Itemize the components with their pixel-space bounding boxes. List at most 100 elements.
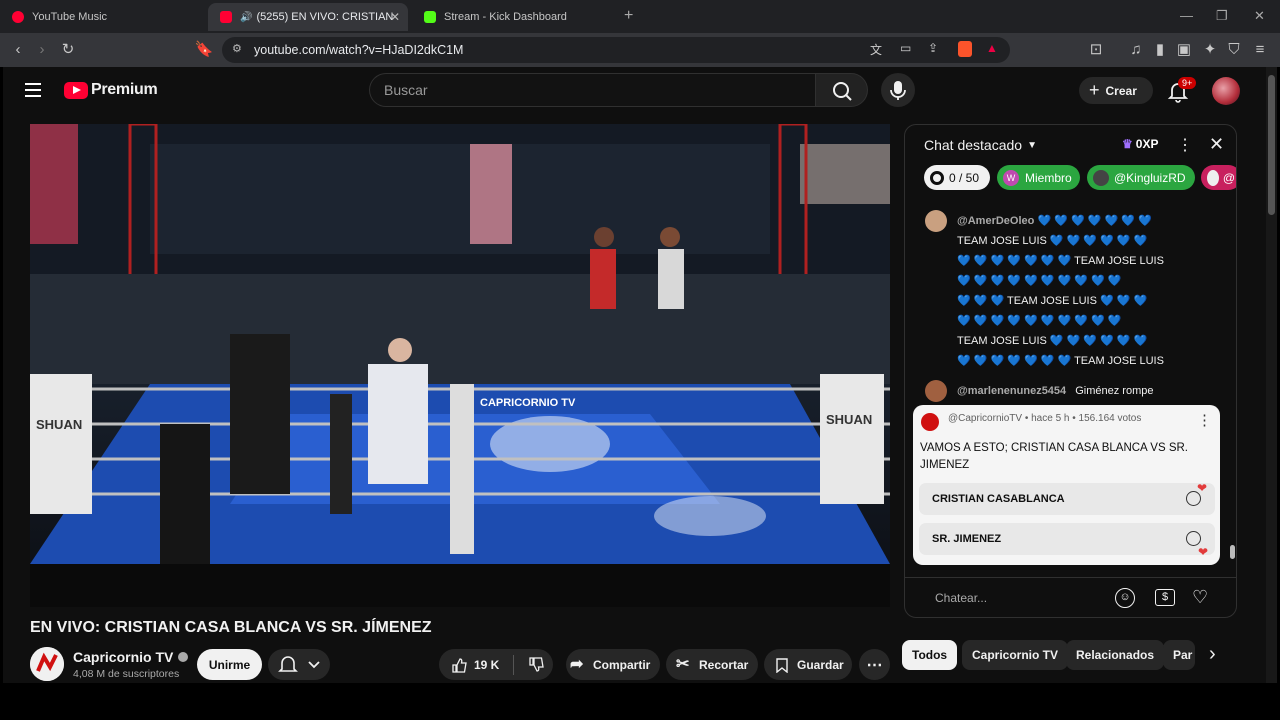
close-window-icon[interactable]: ✕ (1254, 8, 1265, 24)
poll-options-icon[interactable]: ⋮ (1197, 411, 1212, 429)
emoji-icon[interactable]: ☺ (1115, 588, 1135, 608)
forward-arrow-icon[interactable]: › (32, 40, 52, 60)
back-arrow-icon[interactable]: ‹ (8, 40, 28, 60)
minimize-window-icon[interactable]: — (1180, 8, 1193, 23)
chat-more-options-icon[interactable]: ⋮ (1177, 135, 1193, 155)
dislike-thumb-icon[interactable] (528, 656, 545, 673)
more-actions-icon[interactable]: ⋯ (859, 649, 890, 680)
youtube-music-favicon-icon (12, 11, 24, 23)
brave-rewards-icon[interactable]: ▲ (986, 41, 998, 55)
chevron-right-icon[interactable]: › (1209, 643, 1216, 666)
heart-reaction-icon: ❤ (1197, 481, 1208, 495)
site-info-icon[interactable]: ⚙ (232, 42, 242, 55)
chat-mode-dropdown[interactable]: Chat destacado ▼ (924, 137, 1037, 153)
like-count[interactable]: 19 K (474, 658, 499, 672)
media-control-icon[interactable]: ♫ (1126, 40, 1146, 60)
cast-icon[interactable]: ▭ (900, 41, 911, 55)
reload-icon[interactable]: ↻ (58, 40, 78, 60)
close-chat-icon[interactable]: ✕ (1209, 134, 1224, 155)
member-chip[interactable]: W Miembro (997, 165, 1080, 190)
chat-author-avatar[interactable] (925, 210, 947, 232)
chat-author-avatar[interactable] (925, 380, 947, 402)
tab-youtube-music[interactable]: YouTube Music (0, 3, 206, 31)
video-player[interactable]: CAPRICORNIO TV SHUAN SHUAN (30, 124, 890, 607)
filter-chip-all[interactable]: Todos (902, 640, 958, 670)
chat-author-name[interactable]: @marlenenunez5454 (957, 385, 1066, 397)
search-input[interactable] (384, 82, 804, 98)
browser-toolbar: ‹ › ↻ 🔖 ⚙ youtube.com/watch?v=HJaDI2dkC1… (0, 33, 1280, 67)
channel-avatar[interactable] (30, 647, 64, 681)
youtube-premium-logo[interactable]: Premium (64, 81, 158, 99)
like-thumb-icon[interactable] (451, 657, 467, 673)
close-tab-icon[interactable]: ✕ (390, 10, 400, 24)
xp-value: 0XP (1135, 137, 1159, 151)
filter-chip-channel[interactable]: Capricornio TV (962, 640, 1069, 670)
chat-message-line: 💙 💙 💙 💙 💙 💙 💙 💙 💙 💙 (957, 275, 1122, 287)
screenshot-icon[interactable]: ⊡ (1086, 40, 1106, 60)
like-divider (513, 654, 515, 675)
chat-goal-chip[interactable]: 0 / 50 (924, 165, 990, 190)
subscribed-notifications-button[interactable] (268, 649, 330, 680)
brave-shield-icon[interactable] (958, 41, 972, 57)
voice-search-button[interactable] (881, 73, 915, 107)
filter-chip-related[interactable]: Relacionados (1066, 640, 1165, 670)
poll-option-label: SR. JIMENEZ (932, 533, 1002, 545)
poll-option[interactable]: CRISTIAN CASABLANCA (919, 483, 1215, 515)
search-button[interactable] (815, 73, 868, 107)
chat-message-line: 💙 💙 💙 💙 💙 💙 💙 TEAM JOSE LUIS (957, 255, 1164, 267)
tab-kick-dashboard[interactable]: Stream - Kick Dashboard (412, 3, 618, 31)
clip-button[interactable]: ✂ Recortar (666, 649, 758, 680)
sidebar-icon[interactable]: ▮ (1150, 40, 1170, 60)
chat-input-field[interactable]: Chatear... (935, 591, 987, 605)
chat-message: @marlenenunez5454 Giménez rompe (957, 381, 1219, 401)
new-tab-button[interactable]: + (624, 7, 633, 25)
share-button[interactable]: ➦ Compartir (566, 649, 660, 680)
chat-message-line: TEAM JOSE LUIS 💙 💙 💙 💙 💙 💙 (957, 235, 1148, 247)
chat-author-name[interactable]: @AmerDeOleo (957, 215, 1034, 227)
user-avatar[interactable] (1212, 77, 1240, 105)
leo-ai-icon[interactable]: ✦ (1200, 40, 1220, 60)
user-mention-chip-partial[interactable]: @ (1201, 165, 1236, 190)
chat-scrollbar-thumb[interactable] (1230, 545, 1235, 559)
user-avatar-icon (1207, 169, 1219, 186)
address-bar[interactable]: ⚙ youtube.com/watch?v=HJaDI2dkC1M 文 ▭ ⇪ … (222, 37, 1010, 63)
poll-option-label: CRISTIAN CASABLANCA (932, 493, 1065, 505)
filter-chip-partial[interactable]: Par (1163, 640, 1195, 670)
bookmark-icon[interactable]: 🔖 (194, 40, 214, 60)
guide-menu-icon[interactable] (25, 83, 41, 97)
search-box[interactable] (369, 73, 815, 107)
chat-message: @AmerDeOleo 💙 💙 💙 💙 💙 💙 💙 TEAM JOSE LUIS… (957, 211, 1219, 371)
search-icon (833, 82, 852, 101)
chat-message-line: 💙 💙 💙 💙 💙 💙 💙 TEAM JOSE LUIS (957, 355, 1164, 367)
xp-badge[interactable]: ♛ 0XP (1122, 137, 1158, 151)
user-mention-chip[interactable]: @KingluizRD (1087, 165, 1195, 190)
share-page-icon[interactable]: ⇪ (928, 41, 938, 55)
channel-name-row[interactable]: Capricornio TV (73, 649, 189, 665)
join-button[interactable]: Unirme (197, 649, 262, 680)
save-button[interactable]: Guardar (764, 649, 852, 680)
crown-icon: ♛ (1122, 137, 1133, 151)
save-label: Guardar (797, 657, 844, 672)
clip-label: Recortar (699, 657, 749, 672)
chat-message-line: 💙 💙 💙 💙 💙 💙 💙 💙 💙 💙 (957, 315, 1122, 327)
url-text: youtube.com/watch?v=HJaDI2dkC1M (254, 43, 464, 57)
menu-icon[interactable]: ≡ (1250, 40, 1270, 60)
youtube-logo-icon (64, 81, 88, 99)
heart-like-icon[interactable]: ♡ (1192, 587, 1208, 608)
create-button[interactable]: + Crear (1079, 77, 1153, 104)
video-title: EN VIVO: CRISTIAN CASA BLANCA VS SR. JÍM… (30, 619, 432, 636)
tab-video-active[interactable]: 🔊 (5255) EN VIVO: CRISTIAN CA ✕ (208, 3, 408, 31)
maximize-window-icon[interactable]: ❐ (1216, 8, 1228, 24)
super-chat-icon[interactable]: $ (1155, 589, 1175, 606)
page-scrollbar-thumb[interactable] (1268, 75, 1275, 215)
chevron-down-icon: ▼ (1027, 139, 1037, 151)
goal-label: 0 / 50 (949, 170, 980, 185)
poll-option[interactable]: SR. JIMENEZ (919, 523, 1215, 555)
channel-name[interactable]: Capricornio TV (73, 649, 173, 665)
vpn-icon[interactable]: ⛉ (1224, 40, 1244, 60)
translate-icon[interactable]: 文 (870, 41, 882, 58)
wallet-icon[interactable]: ▣ (1174, 40, 1194, 60)
ring-side-text-right: SHUAN (826, 412, 872, 427)
poll-meta: @CapricornioTV • hace 5 h • 156.164 voto… (948, 413, 1142, 424)
page-scrollbar[interactable] (1266, 67, 1277, 683)
